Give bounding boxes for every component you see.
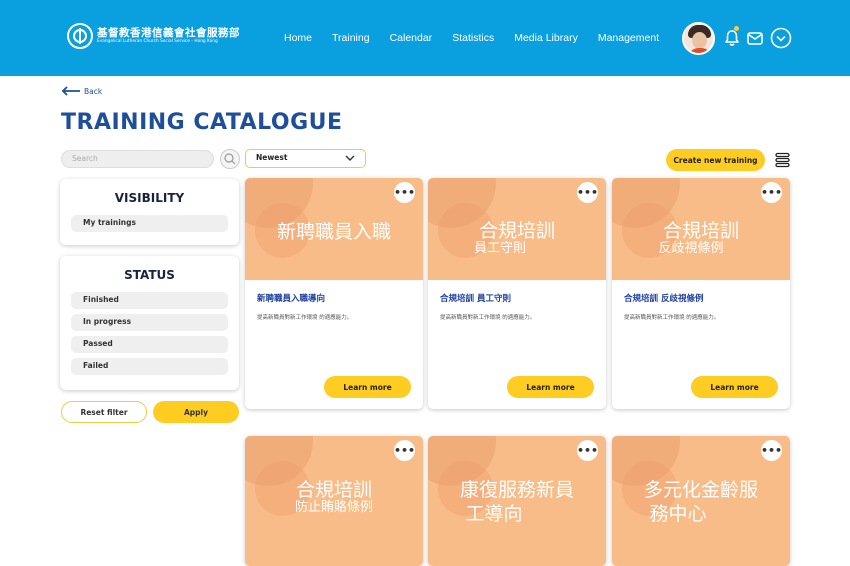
card-title: 新聘職員入職導向 <box>257 294 326 304</box>
training-card[interactable]: 新聘職員入職 ••• 新聘職員入職導向 提高新職員對新工作環境 的適應能力。 L… <box>245 178 423 409</box>
card-image-title: 合規培訓 <box>295 479 372 501</box>
card-description: 提高新職員對新工作環境 的適應能力。 <box>624 315 720 321</box>
chevron-circle-icon[interactable] <box>770 27 792 49</box>
notification-dot <box>734 26 739 31</box>
training-card[interactable]: 多元化金齡服 務中心 ••• <box>612 436 790 566</box>
filter-finished[interactable]: Finished <box>71 292 228 309</box>
logo-emblem-icon <box>67 23 93 49</box>
filter-in-progress[interactable]: In progress <box>71 314 228 331</box>
card-image-subtitle: 反歧視條例 <box>658 241 724 256</box>
card-title: 合規培訓 員工守則 <box>440 294 511 304</box>
more-options-button[interactable]: ••• <box>394 182 415 203</box>
card-image: 合規培訓 反歧視條例 ••• <box>612 178 790 280</box>
more-icon: ••• <box>760 185 783 199</box>
apply-button[interactable]: Apply <box>153 401 239 423</box>
back-label: Back <box>84 86 103 96</box>
learn-more-button[interactable]: Learn more <box>324 376 411 398</box>
more-icon: ••• <box>393 185 416 199</box>
nav-management[interactable]: Management <box>598 32 659 44</box>
logo-chinese-name: 基督教香港信義會社會服務部 <box>97 27 240 39</box>
card-image-title: 合規培訓 <box>478 220 555 242</box>
card-image-subtitle: 員工守則 <box>473 241 526 256</box>
nav-training[interactable]: Training <box>332 32 370 44</box>
filter-passed[interactable]: Passed <box>71 336 228 353</box>
search-button[interactable] <box>220 149 240 169</box>
user-avatar[interactable] <box>682 22 715 55</box>
card-image-title: 多元化金齡服 <box>643 479 758 501</box>
visibility-title: VISIBILITY <box>114 191 185 205</box>
card-description: 提高新職員對新工作環境 的適應能力。 <box>440 315 536 321</box>
nav-calendar[interactable]: Calendar <box>390 32 433 44</box>
search-icon <box>224 153 236 165</box>
training-card[interactable]: 合規培訓 員工守則 ••• 合規培訓 員工守則 提高新職員對新工作環境 的適應能… <box>428 178 606 409</box>
card-image: 康復服務新員 工導向 ••• <box>428 436 606 566</box>
card-title: 合規培訓 反歧視條例 <box>624 294 704 304</box>
learn-more-button[interactable]: Learn more <box>691 376 778 398</box>
more-icon: ••• <box>576 185 599 199</box>
reset-filter-button[interactable]: Reset filter <box>61 401 147 423</box>
learn-more-button[interactable]: Learn more <box>507 376 594 398</box>
card-image: 多元化金齡服 務中心 ••• <box>612 436 790 566</box>
nav-home[interactable]: Home <box>284 32 312 44</box>
more-icon: ••• <box>760 443 783 457</box>
bell-icon[interactable] <box>722 28 742 48</box>
nav-statistics[interactable]: Statistics <box>452 32 494 44</box>
training-card[interactable]: 康復服務新員 工導向 ••• <box>428 436 606 566</box>
card-image-subtitle: 工導向 <box>465 503 523 525</box>
more-icon: ••• <box>393 443 416 457</box>
visibility-filter-panel: VISIBILITY My trainings <box>60 179 239 245</box>
create-training-button[interactable]: Create new training <box>666 149 765 171</box>
card-image-title: 合規培訓 <box>662 220 739 242</box>
more-icon: ••• <box>576 443 599 457</box>
filter-failed[interactable]: Failed <box>71 358 228 375</box>
status-filter-panel: STATUS Finished In progress Passed Faile… <box>60 256 239 390</box>
card-image: 新聘職員入職 ••• <box>245 178 423 280</box>
card-description: 提高新職員對新工作環境 的適應能力。 <box>257 315 353 321</box>
more-options-button[interactable]: ••• <box>577 440 598 461</box>
sort-value: Newest <box>256 153 288 162</box>
more-options-button[interactable]: ••• <box>394 440 415 461</box>
top-navigation-bar: 基督教香港信義會社會服務部 Evangelical Lutheran Churc… <box>0 0 850 76</box>
list-view-icon[interactable] <box>775 152 790 168</box>
more-options-button[interactable]: ••• <box>761 182 782 203</box>
page-title: TRAINING CATALOGUE <box>61 110 343 135</box>
status-title: STATUS <box>124 268 175 282</box>
card-image: 合規培訓 防止賄賂條例 ••• <box>245 436 423 566</box>
search-input[interactable]: Search <box>61 150 214 168</box>
training-card[interactable]: 合規培訓 反歧視條例 ••• 合規培訓 反歧視條例 提高新職員對新工作環境 的適… <box>612 178 790 409</box>
back-link[interactable]: Back <box>61 86 102 96</box>
training-card[interactable]: 合規培訓 防止賄賂條例 ••• <box>245 436 423 566</box>
chevron-down-icon <box>345 155 355 161</box>
card-image-subtitle: 防止賄賂條例 <box>294 500 373 515</box>
nav-media-library[interactable]: Media Library <box>514 32 578 44</box>
mail-icon[interactable] <box>745 28 765 48</box>
sort-select[interactable]: Newest <box>245 149 366 168</box>
more-options-button[interactable]: ••• <box>761 440 782 461</box>
organization-logo[interactable]: 基督教香港信義會社會服務部 Evangelical Lutheran Churc… <box>67 23 240 49</box>
card-image: 合規培訓 員工守則 ••• <box>428 178 606 280</box>
back-arrow-icon <box>61 86 80 96</box>
card-image-title: 新聘職員入職 <box>276 221 391 243</box>
logo-english-name: Evangelical Lutheran Church Social Servi… <box>97 39 218 44</box>
more-options-button[interactable]: ••• <box>577 182 598 203</box>
card-image-title: 康復服務新員 <box>459 479 574 501</box>
filter-my-trainings[interactable]: My trainings <box>71 215 228 232</box>
main-nav: Home Training Calendar Statistics Media … <box>284 32 679 44</box>
card-image-subtitle: 務中心 <box>649 503 707 525</box>
